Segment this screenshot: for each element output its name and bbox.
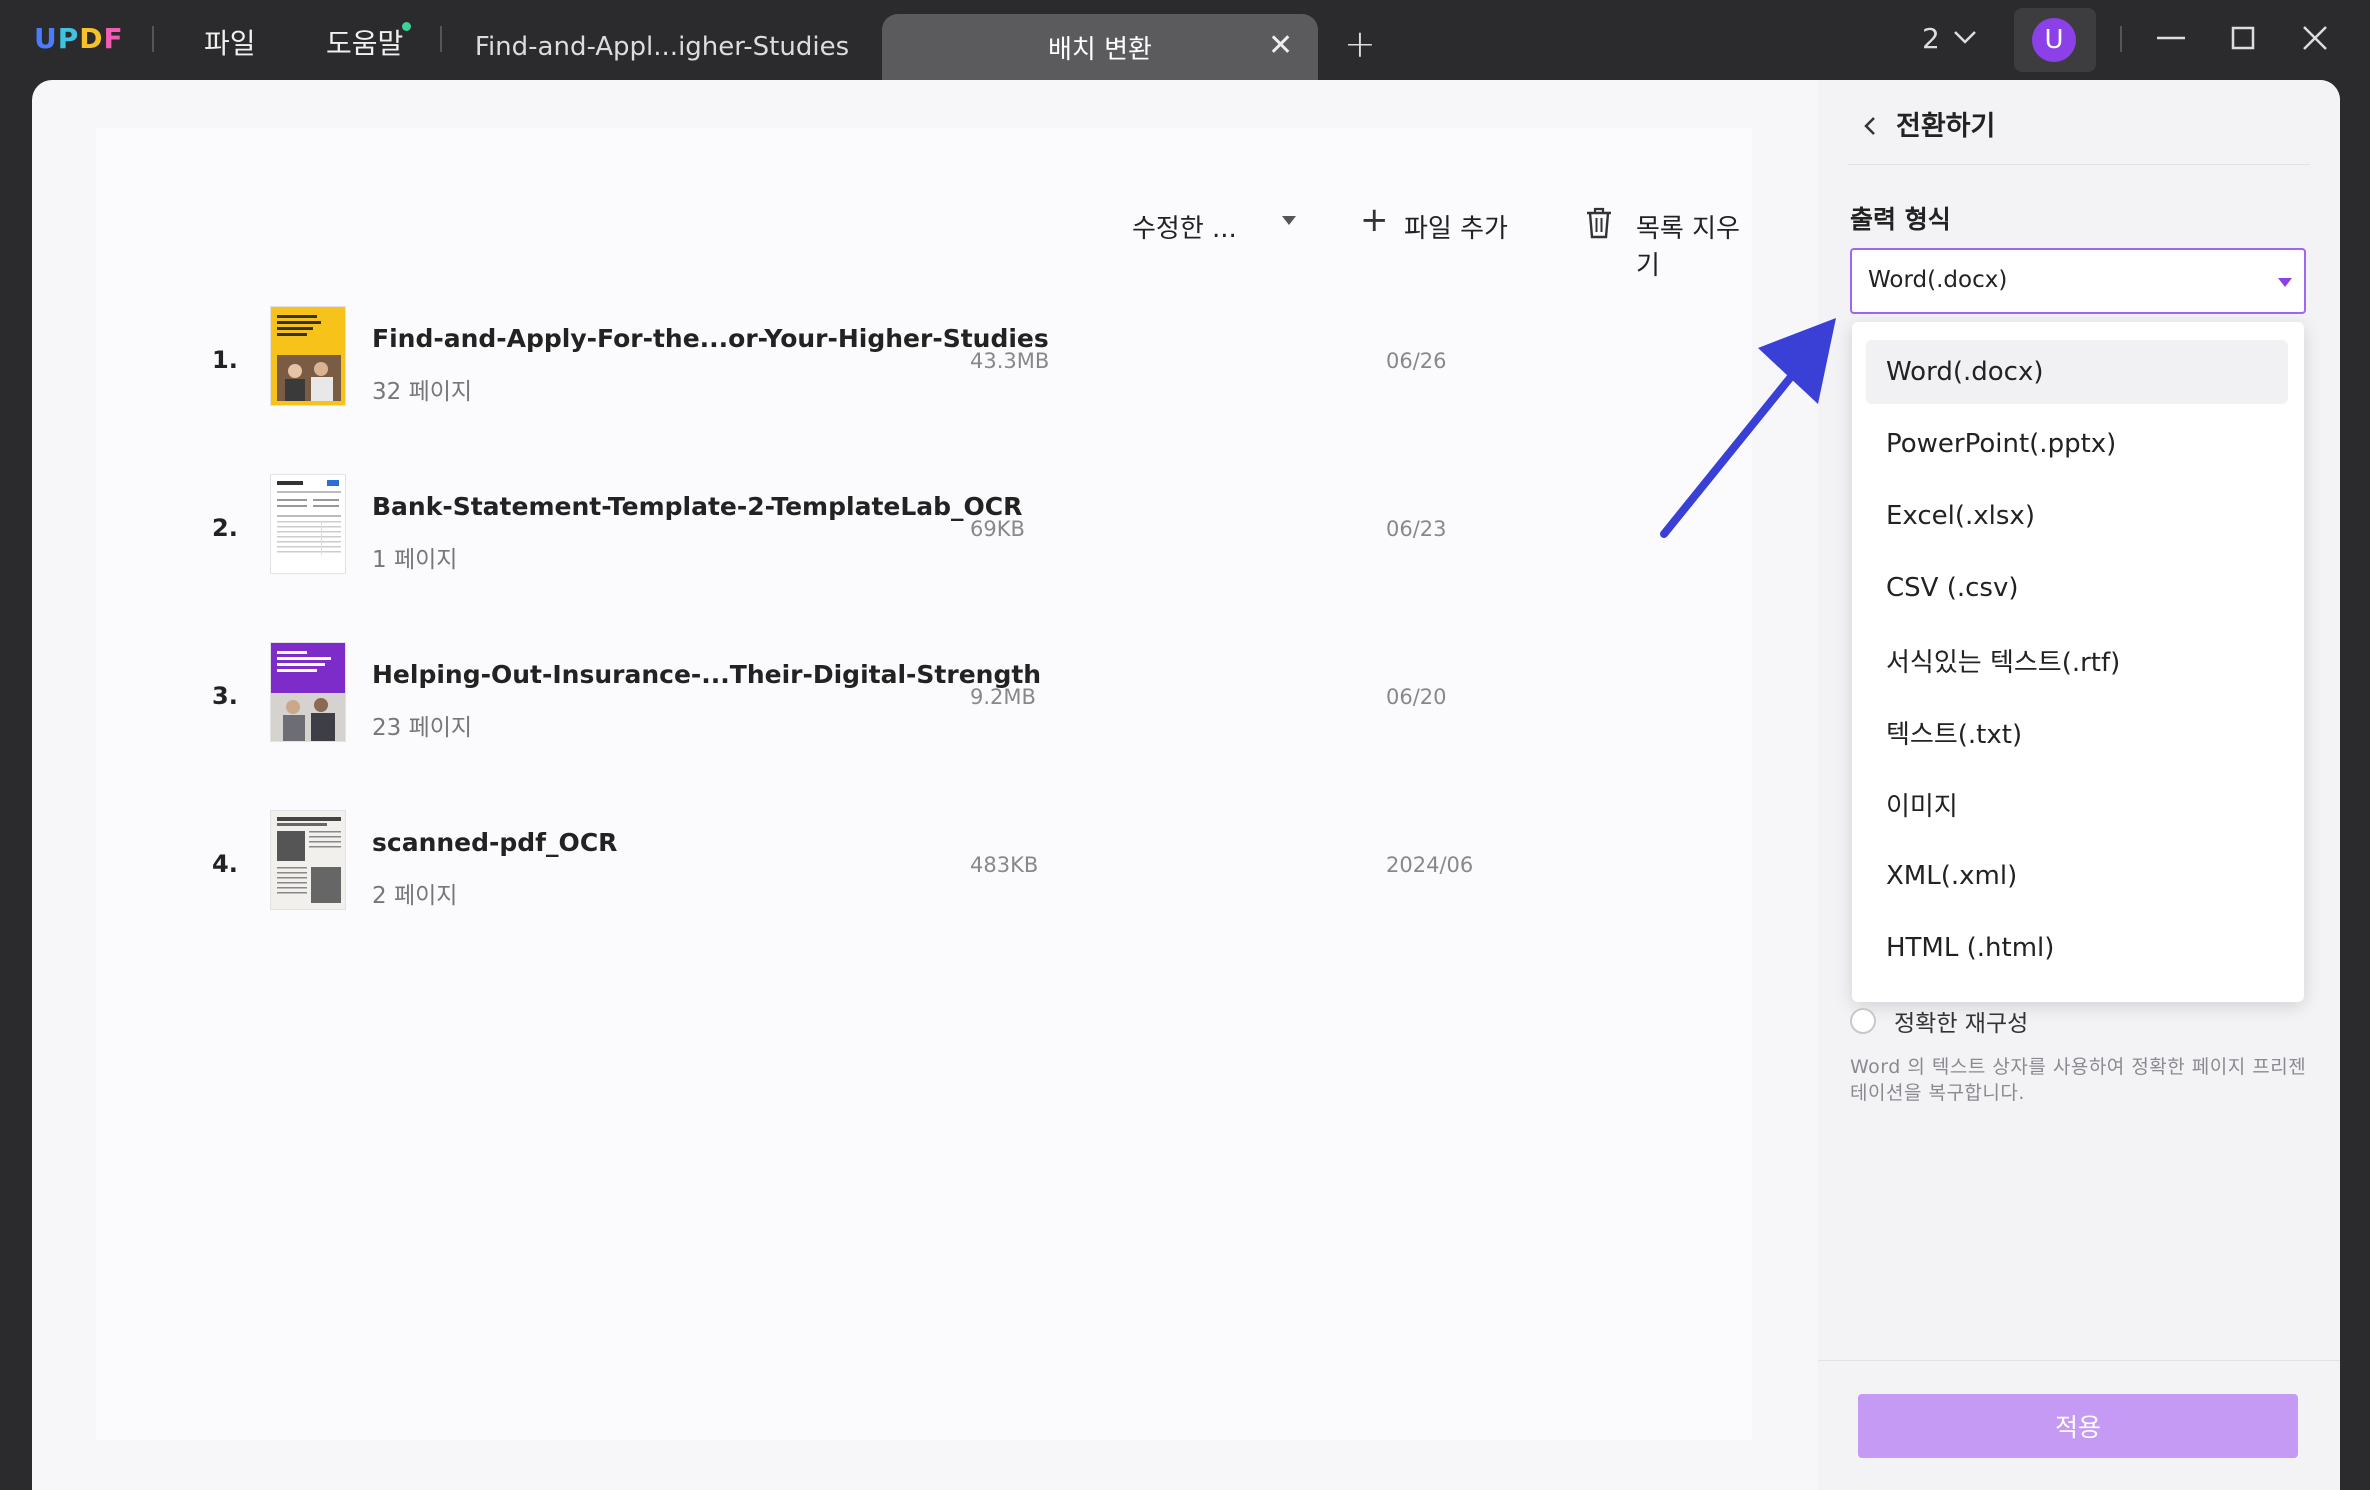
file-size: 9.2MB xyxy=(970,685,1036,709)
file-size: 483KB xyxy=(970,853,1039,877)
chevron-down-icon[interactable] xyxy=(1952,18,1978,65)
format-option-word[interactable]: Word(.docx) xyxy=(1866,340,2288,404)
row-number: 3. xyxy=(212,682,238,710)
menu-help[interactable]: 도움말 xyxy=(326,22,403,62)
add-tab-icon[interactable]: + xyxy=(1344,22,1376,66)
back-chevron-icon[interactable] xyxy=(1860,106,1880,153)
file-row[interactable]: 4. scanned-pdf_OCR 2 페이지 483KB 2024/06 xyxy=(96,808,1752,968)
annotation-arrow-icon xyxy=(1660,318,1836,538)
output-format-label: 출력 형식 xyxy=(1850,205,1951,234)
file-date: 06/20 xyxy=(1386,685,1447,709)
exact-reconstruction-description: Word 의 텍스트 상자를 사용하여 정확한 페이지 프리젠테이션을 복구합니… xyxy=(1850,1056,2307,1104)
dropdown-arrow-icon xyxy=(2278,278,2292,287)
format-option-xml[interactable]: XML(.xml) xyxy=(1866,844,2288,908)
format-option-image[interactable]: 이미지 xyxy=(1866,772,2288,836)
file-pages: 1 페이지 xyxy=(372,547,458,573)
divider xyxy=(1848,164,2310,165)
file-row[interactable]: 1. Find-and-Apply-For-the...or-Your-High… xyxy=(96,304,1752,464)
close-tab-icon[interactable]: ✕ xyxy=(1268,28,1293,63)
file-thumbnail xyxy=(270,810,346,910)
updf-logo[interactable]: UPDF xyxy=(34,22,124,55)
avatar: U xyxy=(2032,18,2076,62)
file-size: 43.3MB xyxy=(970,349,1050,373)
format-option-rtf[interactable]: 서식있는 텍스트(.rtf) xyxy=(1866,628,2288,692)
file-date: 06/26 xyxy=(1386,349,1447,373)
format-dropdown-menu: Word(.docx) PowerPoint(.pptx) Excel(.xls… xyxy=(1852,322,2304,1002)
format-option-excel[interactable]: Excel(.xlsx) xyxy=(1866,484,2288,548)
apply-button[interactable]: 적용 xyxy=(1858,1394,2298,1458)
add-file-button[interactable]: 파일 추가 xyxy=(1404,208,1508,245)
tab-batch-convert-label: 배치 변환 xyxy=(1048,34,1152,65)
trash-icon[interactable] xyxy=(1584,206,1612,239)
title-separator xyxy=(152,26,154,52)
format-option-html[interactable]: HTML (.html) xyxy=(1866,916,2288,980)
file-size: 69KB xyxy=(970,517,1025,541)
output-format-select[interactable]: Word(.docx) xyxy=(1850,248,2306,314)
exact-reconstruction-radio[interactable] xyxy=(1850,1008,1876,1034)
main-window: 수정한 ... + 파일 추가 목록 지우기 1. Find-and-Apply… xyxy=(32,80,2340,1490)
file-thumbnail xyxy=(270,642,346,742)
file-date: 2024/06 xyxy=(1386,853,1474,877)
panel-title: 전환하기 xyxy=(1896,111,1996,142)
divider xyxy=(1818,1360,2340,1361)
clear-list-button[interactable]: 목록 지우기 xyxy=(1636,208,1752,282)
tab-document[interactable]: Find-and-Appl...igher-Studies xyxy=(470,14,854,80)
file-name: Bank-Statement-Template-2-TemplateLab_OC… xyxy=(372,492,1023,521)
file-row[interactable]: 3. Helping-Out-Insurance-...Their-Digita… xyxy=(96,640,1752,800)
file-pages: 32 페이지 xyxy=(372,379,473,405)
minimize-icon[interactable] xyxy=(2154,18,2188,66)
format-option-csv[interactable]: CSV (.csv) xyxy=(1866,556,2288,620)
close-window-icon[interactable] xyxy=(2298,18,2332,66)
tab-batch-convert[interactable]: 배치 변환 xyxy=(882,14,1318,80)
file-thumbnail xyxy=(270,474,346,574)
account-button[interactable]: U xyxy=(2014,8,2096,72)
file-name: Helping-Out-Insurance-...Their-Digital-S… xyxy=(372,660,1042,689)
title-bar: UPDF 파일 도움말 Find-and-Appl...igher-Studie… xyxy=(0,0,2370,80)
title-separator xyxy=(2120,26,2122,52)
plus-icon[interactable]: + xyxy=(1360,200,1389,240)
title-separator xyxy=(440,26,442,52)
row-number: 1. xyxy=(212,346,238,374)
file-row[interactable]: 2. Bank-Statement-Template-2-TemplateLab… xyxy=(96,472,1752,632)
file-thumbnail xyxy=(270,306,346,406)
convert-panel: 전환하기 출력 형식 Word(.docx) Word(.docx) Power… xyxy=(1818,80,2340,1490)
exact-reconstruction-label: 정확한 재구성 xyxy=(1894,1011,2029,1037)
file-name: Find-and-Apply-For-the...or-Your-Higher-… xyxy=(372,324,1049,353)
row-number: 4. xyxy=(212,850,238,878)
window-count[interactable]: 2 xyxy=(1922,22,1940,55)
file-pages: 2 페이지 xyxy=(372,883,458,909)
format-option-powerpoint[interactable]: PowerPoint(.pptx) xyxy=(1866,412,2288,476)
file-name: scanned-pdf_OCR xyxy=(372,828,618,857)
file-pages: 23 페이지 xyxy=(372,715,473,741)
format-option-txt[interactable]: 텍스트(.txt) xyxy=(1866,700,2288,764)
selected-format: Word(.docx) xyxy=(1868,267,2008,293)
help-notification-dot xyxy=(402,22,411,31)
maximize-icon[interactable] xyxy=(2226,18,2260,66)
tab-document-label: Find-and-Appl...igher-Studies xyxy=(474,32,850,62)
sort-arrow-icon[interactable] xyxy=(1282,216,1296,225)
sort-dropdown[interactable]: 수정한 ... xyxy=(1132,208,1237,245)
menu-file[interactable]: 파일 xyxy=(204,22,256,62)
row-number: 2. xyxy=(212,514,238,542)
file-date: 06/23 xyxy=(1386,517,1447,541)
file-list-panel: 수정한 ... + 파일 추가 목록 지우기 1. Find-and-Apply… xyxy=(96,128,1752,1440)
